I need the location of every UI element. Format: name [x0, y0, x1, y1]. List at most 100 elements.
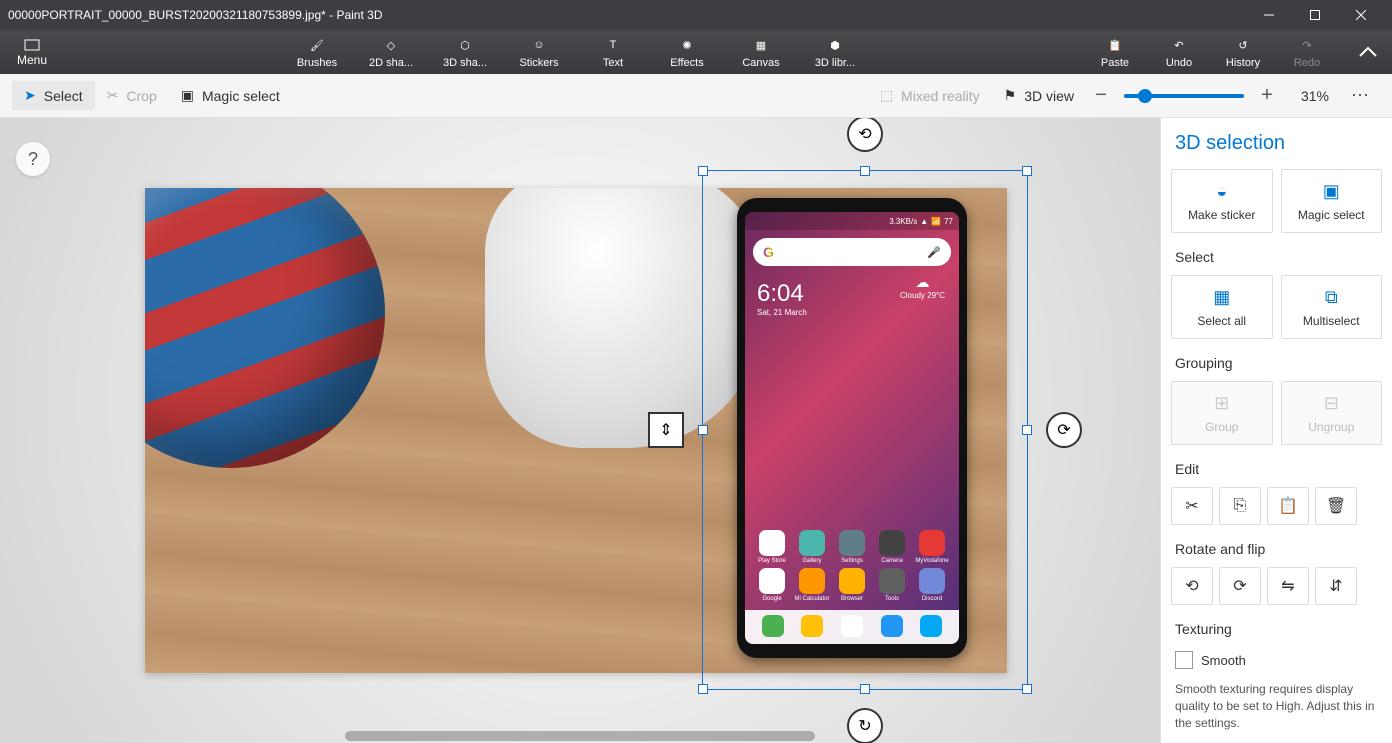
canvas-icon: ▦	[733, 35, 789, 55]
maximize-button[interactable]	[1292, 0, 1338, 30]
resize-handle[interactable]	[1022, 425, 1032, 435]
make-sticker-button[interactable]: ◒ Make sticker	[1171, 169, 1273, 233]
zoom-value[interactable]: 31%	[1290, 88, 1340, 104]
flip-v-icon: ⇵	[1329, 576, 1342, 596]
3d-library-tool[interactable]: ⬢3D libr...	[807, 35, 863, 69]
group-icon: ⊞	[1176, 392, 1268, 414]
panel-title: 3D selection	[1171, 132, 1382, 155]
grouping-section-label: Grouping	[1175, 355, 1382, 371]
resize-handle[interactable]	[698, 166, 708, 176]
resize-handle[interactable]	[698, 684, 708, 694]
more-options-button[interactable]: ⋯	[1340, 85, 1380, 106]
multiselect-button[interactable]: ⧉ Multiselect	[1281, 275, 1383, 339]
resize-handle[interactable]	[1022, 166, 1032, 176]
resize-handle[interactable]	[1022, 684, 1032, 694]
close-button[interactable]	[1338, 0, 1384, 30]
flip-h-icon: ⇋	[1281, 576, 1294, 596]
help-button[interactable]: ?	[16, 142, 50, 176]
ribbon: Menu 🖌Brushes ◇2D sha... ⬡3D sha... ☺Sti…	[0, 30, 1392, 74]
paste-button[interactable]: 📋Paste	[1092, 35, 1138, 69]
stickers-tool[interactable]: ☺Stickers	[511, 35, 567, 69]
2d-shapes-tool[interactable]: ◇2D sha...	[363, 35, 419, 69]
delete-button[interactable]: 🗑	[1315, 487, 1357, 525]
phone-app: MyVodafone	[913, 530, 951, 564]
stickers-icon: ☺	[511, 35, 567, 55]
title-bar: 00000PORTRAIT_00000_BURST202003211807538…	[0, 0, 1392, 30]
rotate-section-label: Rotate and flip	[1175, 541, 1382, 557]
menu-label: Menu	[4, 53, 60, 67]
brushes-tool[interactable]: 🖌Brushes	[289, 35, 345, 69]
trash-icon: 🗑	[1326, 496, 1346, 516]
select-all-button[interactable]: ▦ Select all	[1171, 275, 1273, 339]
menu-button[interactable]: Menu	[4, 33, 60, 71]
zoom-in-button[interactable]: +	[1252, 81, 1282, 111]
ungroup-button[interactable]: ⊟ Ungroup	[1281, 381, 1383, 445]
3d-shapes-tool[interactable]: ⬡3D sha...	[437, 35, 493, 69]
undo-button[interactable]: ↶Undo	[1156, 35, 1202, 69]
3d-view-button[interactable]: ⚑ 3D view	[992, 81, 1086, 110]
rotate-left-icon: ⟲	[1185, 576, 1198, 596]
crop-icon: ✂	[107, 87, 119, 104]
group-button[interactable]: ⊞ Group	[1171, 381, 1273, 445]
cut-icon: ✂	[1185, 496, 1198, 516]
phone-search: G 🎤	[753, 238, 951, 266]
canvas-tool[interactable]: ▦Canvas	[733, 35, 789, 69]
phone-app: Mi Calculator	[793, 568, 831, 602]
copy-icon: ⎘	[1234, 497, 1247, 515]
dock-app	[841, 615, 863, 637]
zoom-slider[interactable]	[1124, 94, 1244, 98]
magic-select-panel-icon: ▣	[1286, 180, 1378, 202]
zoom-out-button[interactable]: −	[1086, 81, 1116, 111]
panel-magic-select-button[interactable]: ▣ Magic select	[1281, 169, 1383, 233]
cut-button[interactable]: ✂	[1171, 487, 1213, 525]
history-icon: ↺	[1220, 35, 1266, 55]
rotate-z-handle[interactable]: ↻	[847, 708, 883, 743]
rotate-left-button[interactable]: ⟲	[1171, 567, 1213, 605]
collapse-panel-button[interactable]	[1348, 46, 1388, 58]
canvas-area[interactable]: ? 3.3KB/s ▲📶77 G 🎤	[0, 118, 1160, 743]
paste-icon: 📋	[1092, 35, 1138, 55]
rotate-x-handle[interactable]: ⟲	[847, 118, 883, 152]
magic-select-button[interactable]: ▣ Magic select	[169, 81, 292, 110]
smooth-checkbox[interactable]	[1175, 651, 1193, 669]
smooth-label: Smooth	[1201, 653, 1246, 668]
smartphone: 3.3KB/s ▲📶77 G 🎤 6:04 Sat, 21 March	[737, 198, 967, 658]
rotate-right-button[interactable]: ⟳	[1219, 567, 1261, 605]
sticker-icon: ◒	[1176, 180, 1268, 202]
rotate-y-handle[interactable]: ⟳	[1046, 412, 1082, 448]
history-button[interactable]: ↺History	[1220, 35, 1266, 69]
phone-app: Google	[753, 568, 791, 602]
resize-handle[interactable]	[860, 166, 870, 176]
minimize-button[interactable]	[1246, 0, 1292, 30]
text-tool[interactable]: TText	[585, 35, 641, 69]
redo-icon: ↷	[1284, 35, 1330, 55]
shapes2d-icon: ◇	[363, 35, 419, 55]
cursor-icon: ➤	[24, 87, 36, 104]
copy-button[interactable]: ⎘	[1219, 487, 1261, 525]
mixed-reality-icon: ⬚	[880, 87, 893, 104]
dock-app	[762, 615, 784, 637]
phone-app: Tools	[873, 568, 911, 602]
undo-icon: ↶	[1156, 35, 1202, 55]
menu-icon	[4, 37, 60, 53]
mixed-reality-button[interactable]: ⬚ Mixed reality	[868, 81, 992, 110]
dock-app	[920, 615, 942, 637]
phone-app: Camera	[873, 530, 911, 564]
resize-handle[interactable]	[860, 684, 870, 694]
paste-panel-button[interactable]: 📋	[1267, 487, 1309, 525]
text-icon: T	[585, 35, 641, 55]
horizontal-scrollbar[interactable]	[345, 731, 815, 741]
paste-panel-icon: 📋	[1278, 496, 1298, 516]
image-canvas[interactable]: 3.3KB/s ▲📶77 G 🎤 6:04 Sat, 21 March	[145, 188, 1007, 673]
flip-horizontal-button[interactable]: ⇋	[1267, 567, 1309, 605]
brush-icon: 🖌	[289, 35, 345, 55]
select-all-icon: ▦	[1176, 286, 1268, 308]
redo-button[interactable]: ↷Redo	[1284, 35, 1330, 69]
flag-icon: ⚑	[1004, 87, 1017, 104]
flip-vertical-button[interactable]: ⇵	[1315, 567, 1357, 605]
select-button[interactable]: ➤ Select	[12, 81, 95, 110]
dock-app	[801, 615, 823, 637]
crop-button[interactable]: ✂ Crop	[95, 81, 169, 110]
effects-tool[interactable]: ✺Effects	[659, 35, 715, 69]
edit-section-label: Edit	[1175, 461, 1382, 477]
